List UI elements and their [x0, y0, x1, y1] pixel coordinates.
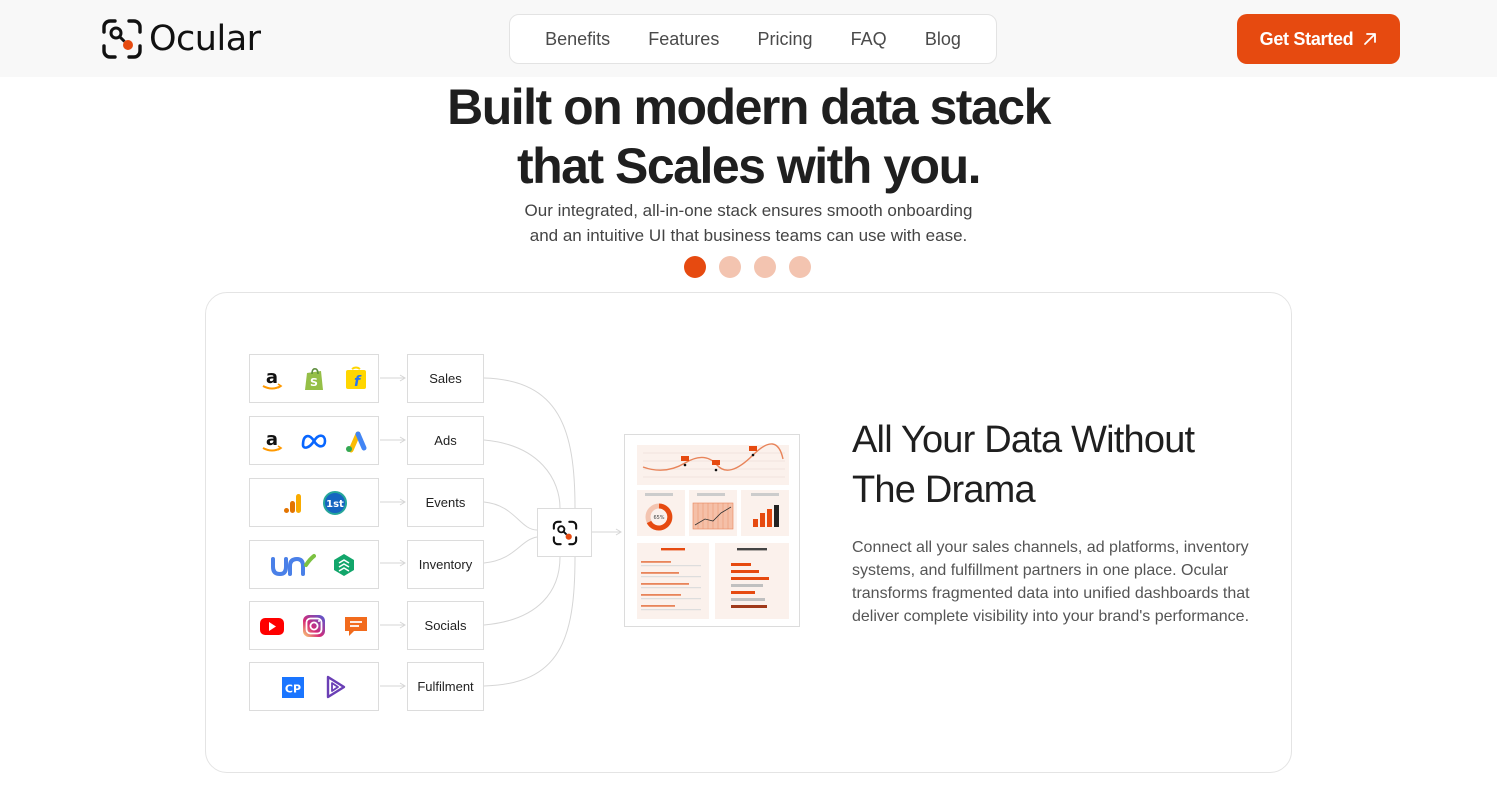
flipkart-icon: f — [342, 365, 370, 393]
meta-icon — [300, 427, 328, 455]
category-events: Events — [407, 478, 484, 527]
nav-benefits[interactable]: Benefits — [545, 29, 610, 50]
dashboard-illustration: 65% — [637, 443, 789, 619]
instagram-icon — [300, 612, 328, 640]
category-fulfilment: Fulfilment — [407, 662, 484, 711]
svg-text:S: S — [310, 376, 318, 389]
google-ads-icon — [342, 427, 370, 455]
svg-text:a: a — [266, 367, 278, 388]
hero-title: Built on modern data stack that Scales w… — [0, 78, 1497, 196]
category-inventory: Inventory — [407, 540, 484, 589]
hero-subtitle: Our integrated, all-in-one stack ensures… — [0, 198, 1497, 248]
hero-subtitle-line2: and an intuitive UI that business teams … — [529, 226, 968, 245]
section-body: Connect all your sales channels, ad plat… — [852, 539, 1250, 625]
google-analytics-icon — [279, 489, 307, 517]
easyecom-icon — [330, 551, 358, 579]
get-started-label: Get Started — [1259, 28, 1354, 49]
hero-subtitle-line1: Our integrated, all-in-one stack ensures… — [524, 201, 973, 220]
carousel-dot-3[interactable] — [754, 256, 776, 278]
amazon-icon: a — [258, 427, 286, 455]
source-box-events: 1st — [249, 478, 379, 527]
logo-text: Ocular — [149, 19, 261, 59]
source-box-socials — [249, 601, 379, 650]
ocular-hub-icon — [552, 520, 577, 545]
carousel-dot-2[interactable] — [719, 256, 741, 278]
carousel-dot-4[interactable] — [789, 256, 811, 278]
clickpost-icon: CP — [279, 673, 307, 701]
section-title-line2: The Drama — [852, 469, 1036, 511]
hero-title-line1: Built on modern data stack — [447, 79, 1051, 135]
hero-title-line2: that Scales with you. — [516, 138, 982, 194]
youtube-icon — [258, 612, 286, 640]
svg-text:CP: CP — [285, 682, 301, 695]
main-nav: Benefits Features Pricing FAQ Blog — [509, 14, 997, 64]
carousel-dots — [684, 256, 811, 278]
dashboard-preview: 65% — [624, 434, 800, 627]
svg-text:1st: 1st — [326, 499, 344, 510]
amazon-icon: a — [258, 365, 286, 393]
ocular-hub — [537, 508, 592, 557]
category-socials: Socials — [407, 601, 484, 650]
site-header: Ocular Benefits Features Pricing FAQ Blo… — [0, 0, 1497, 77]
nav-blog[interactable]: Blog — [925, 29, 961, 50]
chat-icon — [342, 612, 370, 640]
shopify-icon: S — [300, 365, 328, 393]
source-box-ads: a — [249, 416, 379, 465]
donut-label: 65% — [653, 515, 664, 521]
unicommerce-icon — [270, 551, 316, 579]
category-sales: Sales — [407, 354, 484, 403]
logo[interactable]: Ocular — [101, 18, 261, 60]
source-box-fulfilment: CP — [249, 662, 379, 711]
svg-text:a: a — [266, 429, 278, 450]
category-ads: Ads — [407, 416, 484, 465]
section-title-line1: All Your Data Without — [852, 419, 1195, 461]
source-box-sales: a S f — [249, 354, 379, 403]
nav-pricing[interactable]: Pricing — [757, 29, 812, 50]
source-box-inventory — [249, 540, 379, 589]
nav-faq[interactable]: FAQ — [851, 29, 887, 50]
arrow-up-right-icon — [1364, 33, 1377, 45]
get-started-button[interactable]: Get Started — [1237, 14, 1400, 64]
nav-features[interactable]: Features — [648, 29, 719, 50]
shiprocket-icon — [321, 673, 349, 701]
ocular-logo-icon — [102, 19, 142, 59]
section-title: All Your Data Without The Drama — [852, 415, 1252, 515]
carousel-dot-1[interactable] — [684, 256, 706, 278]
first-party-icon: 1st — [321, 489, 349, 517]
